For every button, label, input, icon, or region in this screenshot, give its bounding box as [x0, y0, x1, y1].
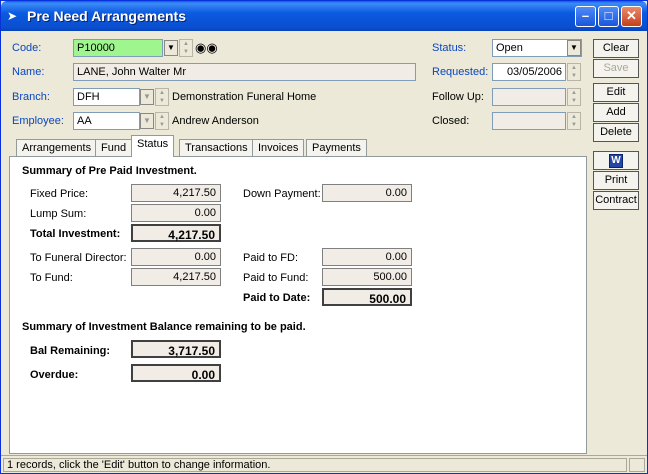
lump-sum-value: 0.00 — [131, 204, 221, 222]
employee-name-text: Andrew Anderson — [172, 115, 259, 127]
code-dropdown-arrow-icon[interactable]: ▼ — [164, 40, 178, 56]
add-button[interactable]: Add — [593, 103, 639, 122]
to-fd-value: 0.00 — [131, 248, 221, 266]
app-icon: ➤ — [7, 9, 18, 23]
clear-button[interactable]: Clear — [593, 39, 639, 58]
followup-date-field[interactable] — [492, 88, 566, 106]
to-fund-value: 4,217.50 — [131, 268, 221, 286]
fixed-price-value: 4,217.50 — [131, 184, 221, 202]
code-field[interactable]: P10000 — [73, 39, 163, 57]
closed-label: Closed: — [432, 115, 470, 127]
closed-spinner[interactable]: ▲ ▼ — [567, 112, 581, 130]
tab-payments[interactable]: Payments — [306, 139, 367, 157]
branch-code-field[interactable]: DFH — [73, 88, 140, 106]
resize-grip-icon[interactable] — [629, 458, 645, 472]
total-investment-value: 4,217.50 — [131, 224, 221, 242]
delete-button[interactable]: Delete — [593, 123, 639, 142]
name-field[interactable]: LANE, John Walter Mr — [73, 63, 416, 81]
employee-dropdown-arrow-icon[interactable]: ▼ — [140, 113, 154, 129]
closed-date-field[interactable] — [492, 112, 566, 130]
status-label: Status: — [432, 42, 467, 54]
tab-transactions[interactable]: Transactions — [179, 139, 254, 157]
overdue-value: 0.00 — [131, 364, 221, 382]
branch-label: Branch: — [12, 91, 50, 103]
name-label: Name: — [12, 66, 45, 78]
status-message: 1 records, click the 'Edit' button to ch… — [3, 458, 627, 472]
lump-sum-label: Lump Sum: — [30, 208, 87, 220]
total-investment-label: Total Investment: — [30, 228, 121, 240]
down-payment-label: Down Payment: — [243, 188, 321, 200]
fixed-price-label: Fixed Price: — [30, 188, 89, 200]
minimize-button[interactable]: – — [575, 6, 596, 27]
close-button[interactable]: ✕ — [621, 6, 642, 27]
balance-summary-title: Summary of Investment Balance remaining … — [22, 321, 306, 333]
status-bar: 1 records, click the 'Edit' button to ch… — [1, 455, 647, 473]
pre-need-window: ➤ Pre Need Arrangements – □ ✕ Code: P100… — [0, 0, 648, 474]
branch-name-text: Demonstration Funeral Home — [172, 91, 317, 103]
to-fd-label: To Funeral Director: — [30, 252, 127, 264]
requested-spinner[interactable]: ▲ ▼ — [567, 63, 581, 81]
employee-spinner[interactable]: ▲ ▼ — [155, 112, 169, 130]
followup-spinner[interactable]: ▲ ▼ — [567, 88, 581, 106]
code-label: Code: — [12, 42, 42, 54]
tab-invoices[interactable]: Invoices — [252, 139, 305, 157]
branch-dropdown-arrow-icon[interactable]: ▼ — [140, 89, 154, 105]
branch-spinner[interactable]: ▲ ▼ — [155, 88, 169, 106]
maximize-button[interactable]: □ — [598, 6, 619, 27]
tab-fund[interactable]: Fund — [95, 139, 133, 157]
overdue-label: Overdue: — [30, 369, 79, 381]
word-icon: W — [609, 154, 623, 168]
save-button[interactable]: Save — [593, 59, 639, 78]
title-bar[interactable]: ➤ Pre Need Arrangements – □ ✕ — [1, 1, 647, 31]
tab-status[interactable]: Status — [131, 135, 175, 157]
requested-label: Requested: — [432, 66, 489, 78]
paid-to-date-value: 500.00 — [322, 288, 412, 306]
paid-fd-value: 0.00 — [322, 248, 412, 266]
paid-fd-label: Paid to FD: — [243, 252, 299, 264]
bal-remaining-value: 3,717.50 — [131, 340, 221, 358]
prepaid-summary-title: Summary of Pre Paid Investment. — [22, 165, 197, 177]
tab-arrangements[interactable]: Arrangements — [16, 139, 98, 157]
employee-label: Employee: — [12, 115, 64, 127]
edit-button[interactable]: Edit — [593, 83, 639, 102]
print-button[interactable]: Print — [593, 171, 639, 190]
paid-fund-value: 500.00 — [322, 268, 412, 286]
paid-fund-label: Paid to Fund: — [243, 272, 309, 284]
down-payment-value: 0.00 — [322, 184, 412, 202]
paid-to-date-label: Paid to Date: — [243, 292, 311, 304]
status-dropdown-arrow-icon[interactable]: ▼ — [567, 40, 581, 56]
followup-label: Follow Up: — [432, 91, 484, 103]
contract-button[interactable]: Contract — [593, 191, 639, 210]
binoculars-search-icon[interactable]: ◉◉ — [195, 40, 218, 56]
bal-remaining-label: Bal Remaining: — [30, 345, 111, 357]
word-export-button[interactable]: W — [593, 151, 639, 170]
requested-date-field[interactable]: 03/05/2006 — [492, 63, 566, 81]
status-tab-panel: Summary of Pre Paid Investment. Fixed Pr… — [9, 156, 587, 454]
to-fund-label: To Fund: — [30, 272, 73, 284]
window-title: Pre Need Arrangements — [27, 8, 186, 24]
code-spinner[interactable]: ▲ ▼ — [179, 39, 193, 57]
employee-code-field[interactable]: AA — [73, 112, 140, 130]
